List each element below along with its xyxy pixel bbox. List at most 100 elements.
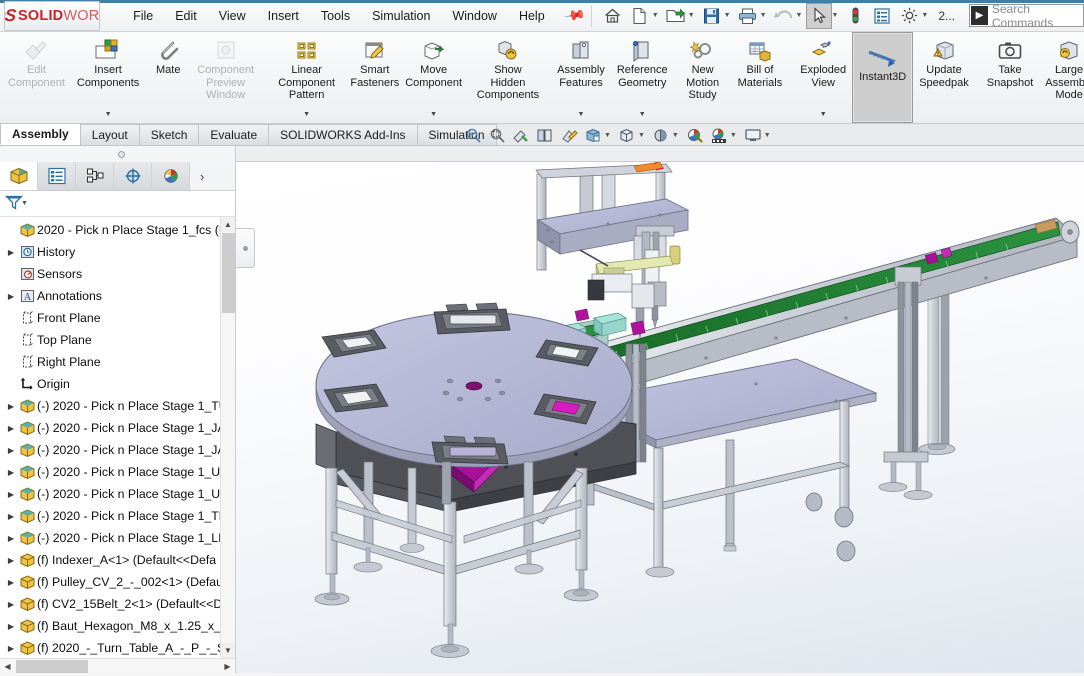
filter-dropdown-arrow[interactable]: ▼ — [21, 200, 28, 207]
large-assembly-mode-button[interactable]: Large Assembly Mode — [1039, 32, 1084, 123]
solidworks-logo[interactable]: 3DS SOLIDWORKS — [4, 0, 101, 31]
tree-row-history[interactable]: ▶ History — [0, 241, 235, 263]
reference-geometry-dropdown-arrow[interactable]: ▼ — [639, 108, 646, 122]
component-preview-window-button[interactable]: Component Preview Window — [191, 32, 260, 123]
tree-row-top-plane[interactable]: Top Plane — [0, 329, 235, 351]
view-orientation-icon[interactable] — [534, 125, 556, 145]
scroll-left-arrow[interactable]: ◀ — [0, 662, 15, 671]
feature-manager-more-chevron[interactable]: › — [190, 162, 235, 190]
hide-show-items-icon[interactable] — [582, 125, 604, 145]
display-style-icon[interactable] — [558, 125, 580, 145]
edit-component-button[interactable]: Edit Component — [2, 32, 71, 123]
tree-expand-arrow[interactable]: ▶ — [4, 490, 18, 499]
reference-geometry-button[interactable]: Reference Geometry ▼ — [611, 32, 674, 123]
assembly-features-button[interactable]: Assembly Features ▼ — [551, 32, 611, 123]
update-speedpak-button[interactable]: Update Speedpak — [913, 32, 975, 123]
horizontal-scroll-thumb[interactable] — [16, 660, 88, 673]
tree-expand-arrow[interactable]: ▶ — [4, 644, 18, 653]
list-item[interactable]: ▶ (f) 2020_-_Turn_Table_A_-_P_-_Se — [0, 637, 235, 658]
instant3d-button[interactable]: Instant3D — [852, 32, 914, 123]
tree-row-front-plane[interactable]: Front Plane — [0, 307, 235, 329]
list-item[interactable]: ▶ (f) Baut_Hexagon_M8_x_1.25_x_8( — [0, 615, 235, 637]
open-dropdown-arrow[interactable]: ▼ — [688, 12, 695, 19]
scroll-down-arrow[interactable]: ▼ — [221, 643, 235, 658]
gear-icon[interactable] — [896, 3, 922, 29]
menu-file[interactable]: File — [122, 5, 164, 27]
tab-evaluate[interactable]: Evaluate — [198, 124, 270, 145]
viewport-layout-dropdown-arrow[interactable]: ▼ — [764, 132, 771, 139]
assembly-features-dropdown-arrow[interactable]: ▼ — [578, 108, 585, 122]
options-dropdown-arrow[interactable]: ▼ — [921, 12, 928, 19]
menu-edit[interactable]: Edit — [164, 5, 208, 27]
tab-solidworks-addins[interactable]: SOLIDWORKS Add-Ins — [268, 124, 418, 145]
menu-simulation[interactable]: Simulation — [361, 5, 441, 27]
list-item[interactable]: ▶ (-) 2020 - Pick n Place Stage 1_UP — [0, 483, 235, 505]
view-orientation-cube-icon[interactable] — [616, 125, 638, 145]
menu-tools[interactable]: Tools — [310, 5, 361, 27]
exploded-view-dropdown-arrow[interactable]: ▼ — [820, 108, 827, 122]
tree-expand-arrow[interactable]: ▶ — [4, 534, 18, 543]
view-setting-dropdown-arrow[interactable]: ▼ — [730, 132, 737, 139]
hide-show-items-dropdown-arrow[interactable]: ▼ — [604, 132, 611, 139]
move-component-dropdown-arrow[interactable]: ▼ — [430, 108, 437, 122]
list-item[interactable]: ▶ (-) 2020 - Pick n Place Stage 1_TU — [0, 395, 235, 417]
vertical-scroll-thumb[interactable] — [222, 233, 235, 313]
display-style-dropdown-arrow[interactable]: ▼ — [672, 132, 679, 139]
menu-insert[interactable]: Insert — [257, 5, 310, 27]
open-folder-icon[interactable] — [663, 3, 689, 29]
new-document-icon[interactable] — [627, 3, 653, 29]
view-orientation-dropdown-arrow[interactable]: ▼ — [638, 132, 645, 139]
tab-assembly[interactable]: Assembly — [0, 123, 81, 145]
graphics-viewport[interactable]: Y X Z — [236, 162, 1084, 673]
tree-expand-arrow[interactable]: ▶ — [4, 578, 18, 587]
list-item[interactable]: ▶ (f) Indexer_A<1> (Default<<Defa — [0, 549, 235, 571]
new-motion-study-button[interactable]: New Motion Study — [680, 32, 726, 123]
zoom-to-fit-icon[interactable] — [462, 125, 484, 145]
zoom-to-area-icon[interactable] — [486, 125, 508, 145]
print-dropdown-arrow[interactable]: ▼ — [760, 12, 767, 19]
tree-expand-arrow[interactable]: ▶ — [4, 292, 18, 301]
tree-expand-arrow[interactable]: ▶ — [4, 468, 18, 477]
menu-view[interactable]: View — [208, 5, 257, 27]
tree-expand-arrow[interactable]: ▶ — [4, 446, 18, 455]
configuration-manager-tab[interactable] — [76, 162, 114, 190]
tab-layout[interactable]: Layout — [79, 124, 140, 145]
tree-expand-arrow[interactable]: ▶ — [4, 248, 18, 257]
panel-splitter-handle[interactable] — [236, 228, 255, 268]
print-icon[interactable] — [735, 3, 761, 29]
tree-row-assembly-root[interactable]: 2020 - Pick n Place Stage 1_fcs (Defau — [0, 219, 235, 241]
tree-expand-arrow[interactable]: ▶ — [4, 600, 18, 609]
linear-component-pattern-button[interactable]: Linear Component Pattern ▼ — [266, 32, 347, 123]
save-icon[interactable] — [699, 3, 725, 29]
pin-icon[interactable]: 📌 — [562, 4, 586, 28]
display-manager-tab[interactable] — [152, 162, 190, 190]
select-dropdown-arrow[interactable]: ▼ — [831, 12, 838, 19]
tree-row-origin[interactable]: Origin — [0, 373, 235, 395]
section-view-icon[interactable] — [510, 125, 532, 145]
move-component-button[interactable]: Move Component ▼ — [402, 32, 464, 123]
list-item[interactable]: ▶ (f) Pulley_CV_2_-_002<1> (Defaul — [0, 571, 235, 593]
mate-button[interactable]: Mate — [145, 32, 191, 123]
feature-tree-horizontal-scrollbar[interactable]: ◀ ▶ — [0, 658, 235, 673]
linear-component-pattern-dropdown-arrow[interactable]: ▼ — [303, 108, 310, 122]
insert-components-button[interactable]: Insert Components ▼ — [71, 32, 145, 123]
view-setting-icon[interactable] — [708, 125, 730, 145]
tree-expand-arrow[interactable]: ▶ — [4, 622, 18, 631]
feature-tree-vertical-scrollbar[interactable]: ▲ ▼ — [220, 217, 235, 658]
command-manager-collapse-handle[interactable] — [118, 151, 125, 158]
display-style-shaded-icon[interactable] — [650, 125, 672, 145]
list-item[interactable]: ▶ (-) 2020 - Pick n Place Stage 1_JA — [0, 417, 235, 439]
options-list-icon[interactable] — [869, 3, 895, 29]
list-item[interactable]: ▶ (-) 2020 - Pick n Place Stage 1_UP — [0, 461, 235, 483]
tree-expand-arrow[interactable]: ▶ — [4, 512, 18, 521]
home-icon[interactable] — [600, 3, 626, 29]
tab-sketch[interactable]: Sketch — [138, 124, 200, 145]
smart-fasteners-button[interactable]: Smart Fasteners — [347, 32, 402, 123]
take-snapshot-button[interactable]: Take Snapshot — [981, 32, 1039, 123]
undo-dropdown-arrow[interactable]: ▼ — [796, 12, 803, 19]
list-item[interactable]: ▶ (-) 2020 - Pick n Place Stage 1_JA — [0, 439, 235, 461]
list-item[interactable]: ▶ (-) 2020 - Pick n Place Stage 1_LIF — [0, 527, 235, 549]
select-arrow-icon[interactable] — [806, 2, 833, 29]
feature-manager-design-tree-tab[interactable] — [0, 162, 38, 190]
menu-help[interactable]: Help — [508, 5, 556, 27]
